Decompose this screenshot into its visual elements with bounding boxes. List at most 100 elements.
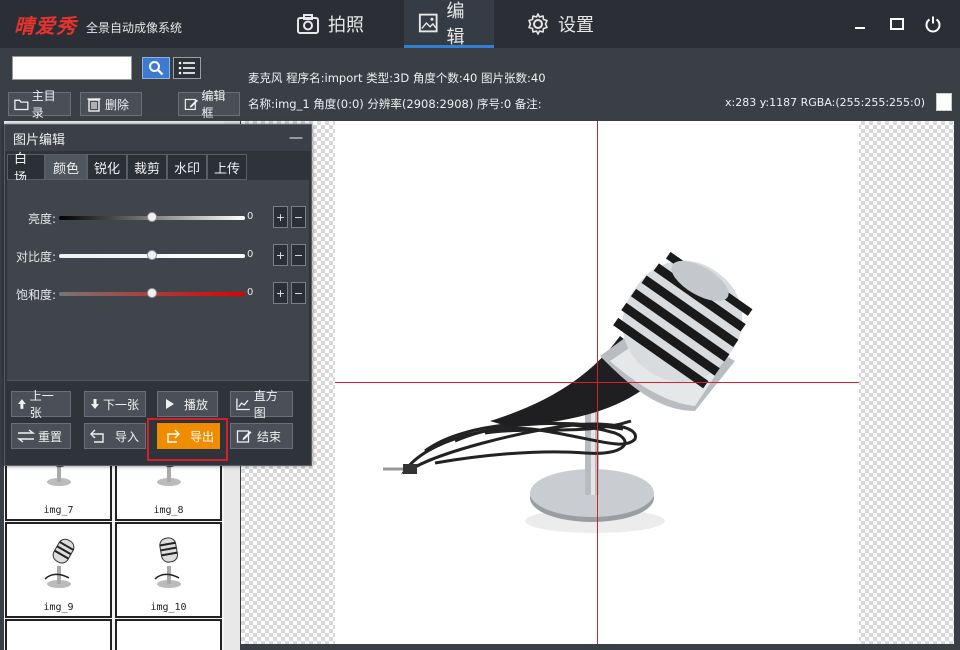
tab-crop[interactable]: 裁剪 [127, 154, 167, 180]
image-edit-panel: 图片编辑 — 白场 颜色 锐化 裁剪 水印 上传 亮度: 0 + − 对比度: … [4, 124, 312, 466]
collapse-button[interactable]: — [289, 130, 303, 146]
edit-icon [236, 430, 252, 443]
delete-button[interactable]: 删除 [80, 92, 142, 116]
previous-image-button[interactable]: 上一张 [11, 389, 71, 420]
play-label: 播放 [184, 397, 209, 412]
panel-tabs: 白场 颜色 锐化 裁剪 水印 上传 [7, 152, 247, 186]
app-logo: 晴爱秀 [14, 14, 77, 38]
trash-icon [87, 98, 101, 112]
contrast-value: 0 [247, 249, 254, 260]
histogram-label: 直方图 [253, 389, 278, 420]
edit-icon [184, 98, 199, 111]
brightness-minus-button[interactable]: − [291, 206, 306, 228]
maximize-icon [890, 18, 904, 30]
app-subtitle: 全景自动成像系统 [86, 21, 183, 35]
microphone-thumbnail [44, 538, 75, 588]
next-image-label: 下一张 [103, 397, 140, 412]
brightness-row: 亮度: 0 + − [7, 206, 309, 230]
image-info: 名称:img_1 角度(0:0) 分辨率(2908:2908) 序号:0 备注: [248, 97, 542, 111]
brightness-label: 亮度: [27, 212, 56, 226]
contrast-plus-button[interactable]: + [273, 244, 288, 266]
tab-color[interactable]: 颜色 [45, 154, 87, 180]
brightness-value: 0 [247, 211, 254, 222]
panel-title: 图片编辑 [13, 132, 66, 148]
microphone-thumbnail [154, 537, 181, 588]
search-input[interactable] [12, 56, 132, 80]
thumbnail-label: img_7 [43, 505, 74, 516]
project-info: 麦克风 程序名:import 类型:3D 角度个数:40 图片张数:40 [248, 71, 546, 85]
thumbnail-label: img_8 [153, 505, 184, 516]
play-button[interactable]: 播放 [157, 391, 218, 417]
arrow-up-icon [17, 399, 26, 409]
tab-sharpen[interactable]: 锐化 [87, 154, 127, 180]
contrast-knob[interactable] [147, 250, 157, 260]
delete-label: 删除 [105, 97, 130, 112]
color-adjust-body: 亮度: 0 + − 对比度: 0 + − 饱和度: 0 + − [7, 180, 309, 380]
chart-icon [236, 398, 250, 411]
list-view-button[interactable] [173, 57, 201, 79]
minimize-icon [855, 27, 865, 29]
reset-button[interactable]: 重置 [11, 423, 71, 449]
power-button[interactable] [923, 14, 943, 34]
import-button[interactable]: 导入 [84, 423, 146, 449]
search-icon [149, 61, 164, 76]
saturation-knob[interactable] [147, 288, 157, 298]
saturation-value: 0 [247, 287, 254, 298]
panel-divider [7, 380, 309, 381]
saturation-label: 饱和度: [15, 288, 56, 302]
image-icon [418, 13, 438, 32]
search-button[interactable] [142, 57, 170, 79]
brightness-plus-button[interactable]: + [273, 206, 288, 228]
next-image-button[interactable]: 下一张 [84, 391, 146, 417]
previous-image-label: 上一张 [29, 389, 54, 420]
gear-icon [528, 13, 548, 35]
thumbnail-item[interactable] [115, 619, 222, 650]
tab-edit[interactable]: 编辑 [404, 0, 494, 48]
brightness-knob[interactable] [147, 212, 157, 222]
maximize-button[interactable] [887, 14, 907, 34]
edit-frame-label: 编辑框 [201, 89, 226, 120]
arrow-down-icon [91, 399, 99, 409]
tab-watermark[interactable]: 水印 [167, 154, 207, 180]
contrast-row: 对比度: 0 + − [7, 244, 309, 268]
tab-settings[interactable]: 设置 [512, 0, 608, 48]
edit-frame-button[interactable]: 编辑框 [178, 89, 240, 120]
thumbnail-label: img_10 [150, 602, 187, 613]
contrast-label: 对比度: [15, 250, 56, 264]
tab-capture[interactable]: 拍照 [282, 0, 378, 48]
color-swatch [936, 93, 952, 111]
pixel-coordinates: x:283 y:1187 RGBA:(255:255:255:0) [725, 96, 926, 109]
saturation-plus-button[interactable]: + [273, 282, 288, 304]
tab-upload[interactable]: 上传 [207, 154, 247, 180]
minimize-button[interactable] [850, 14, 870, 34]
tab-capture-label: 拍照 [328, 15, 364, 36]
tab-settings-label: 设置 [558, 15, 594, 36]
saturation-minus-button[interactable]: − [291, 282, 306, 304]
folder-icon [14, 99, 29, 111]
thumbnail-item[interactable] [5, 619, 112, 650]
thumbnail-label: img_9 [43, 602, 74, 613]
thumbnail-item[interactable]: img_9 [5, 522, 112, 618]
panel-header[interactable]: 图片编辑 — [5, 125, 311, 151]
list-icon [178, 61, 195, 75]
export-highlight-box [147, 418, 228, 461]
finish-label: 结束 [257, 429, 282, 444]
reset-label: 重置 [38, 429, 63, 444]
tab-white-field[interactable]: 白场 [7, 152, 45, 186]
contrast-minus-button[interactable]: − [291, 244, 306, 266]
histogram-button[interactable]: 直方图 [230, 389, 293, 420]
finish-button[interactable]: 结束 [230, 423, 293, 449]
home-directory-label: 主目录 [31, 89, 56, 120]
play-icon [166, 399, 174, 409]
import-label: 导入 [115, 429, 140, 444]
power-icon [925, 16, 941, 33]
import-icon [90, 429, 104, 443]
home-directory-button[interactable]: 主目录 [8, 89, 71, 120]
camera-icon [297, 14, 319, 34]
title-bar: 晴爱秀 全景自动成像系统 拍照 编辑 设置 [0, 0, 960, 48]
tab-edit-label: 编辑 [446, 0, 465, 48]
image-canvas[interactable] [241, 121, 954, 644]
swap-icon [17, 429, 35, 443]
crosshair-vertical [597, 121, 598, 644]
thumbnail-item[interactable]: img_10 [115, 522, 222, 618]
